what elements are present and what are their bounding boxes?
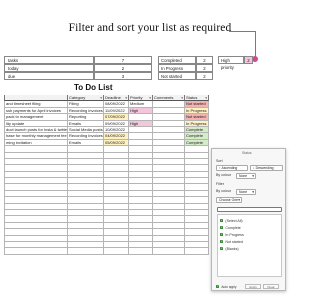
sort-ascending-button[interactable]: ↑ Ascending	[216, 165, 248, 171]
filter-dropdown-icon[interactable]: ▾	[181, 95, 183, 100]
filter-value-row[interactable]: ✓ Complete	[220, 225, 241, 230]
spreadsheet: tasks 7 today 2 due 3 Completed 2 In Pro…	[0, 52, 300, 291]
sort-colour-value: None	[239, 174, 248, 178]
checkbox-checked-icon[interactable]: ✓	[220, 232, 224, 237]
priority-cell[interactable]	[129, 248, 153, 255]
filter-value-label: (Select All)	[225, 218, 243, 223]
summary-row: tasks 7	[4, 56, 152, 64]
high-priority-box: High priority 2	[218, 56, 253, 70]
sort-label: Sort	[216, 159, 223, 163]
status-count-label[interactable]: In Progress	[158, 64, 196, 72]
header-category-label: Category	[69, 95, 86, 100]
filter-dropdown-icon[interactable]: ▾	[149, 95, 151, 100]
filter-value-label: (Blanks)	[225, 246, 239, 251]
sort-descending-button[interactable]: ↓ Descending	[250, 165, 283, 171]
filter-label: Filter	[216, 182, 224, 186]
todo-title: To Do List	[74, 83, 113, 92]
clear-button[interactable]: Clear	[263, 284, 279, 289]
summary-row: due 3	[4, 72, 152, 80]
apply-button[interactable]: Apply	[245, 284, 261, 289]
header-comments-label: Comments	[154, 95, 174, 100]
filter-value-row[interactable]: ✓ In Progress	[220, 232, 244, 237]
summary-value[interactable]: 7	[94, 56, 152, 64]
filter-values-list: ✓ (Select All) ✓ Complete ✓ In Progress ✓ No…	[217, 214, 282, 277]
filter-condition-select[interactable]: Choose One ▾	[216, 197, 242, 203]
status-count-value[interactable]: 2	[196, 72, 213, 80]
summary-value[interactable]: 3	[94, 72, 152, 80]
auto-apply-row[interactable]: ✓ Auto apply	[216, 284, 236, 289]
checkbox-checked-icon[interactable]: ✓	[220, 246, 224, 251]
status-count-label[interactable]: Not started	[158, 72, 196, 80]
filter-by-colour-label: By colour	[216, 189, 231, 193]
sort-ascending-label: Ascending	[221, 166, 238, 170]
panel-title: Status	[242, 151, 252, 155]
header-status-label: Status	[186, 95, 198, 100]
auto-apply-label: Auto apply	[221, 284, 237, 289]
empty-table-row	[4, 248, 209, 255]
summary-label[interactable]: tasks	[4, 56, 94, 64]
status-count-table: Completed 2 In Progress 2 Not started 2	[158, 56, 213, 80]
filter-colour-select[interactable]: None ▾	[236, 189, 256, 195]
filter-colour-value: None	[239, 190, 248, 194]
status-count-row: Completed 2	[158, 56, 213, 64]
filter-search-input[interactable]	[217, 207, 282, 212]
task-cell[interactable]	[4, 248, 68, 255]
callout-line	[229, 31, 256, 32]
filter-value-row[interactable]: ✓ (Blanks)	[220, 246, 239, 251]
summary-row: today 2	[4, 64, 152, 72]
chevron-down-icon: ▾	[238, 198, 240, 202]
filter-value-label: Not started	[225, 239, 243, 244]
filter-value-label: Complete	[225, 225, 241, 230]
header-deadline-label: Deadline	[105, 95, 121, 100]
status-count-row: Not started 2	[158, 72, 213, 80]
high-priority-value[interactable]: 2	[244, 56, 253, 64]
sort-by-colour-label: By colour	[216, 173, 231, 177]
checkbox-checked-icon[interactable]: ✓	[220, 239, 224, 244]
high-priority-label[interactable]: High priority	[218, 56, 244, 70]
filter-dropdown-icon[interactable]: ▾	[125, 95, 127, 100]
checkbox-checked-icon[interactable]: ✓	[220, 225, 224, 230]
filter-value-label: In Progress	[225, 232, 244, 237]
filter-value-row[interactable]: ✓ Not started	[220, 239, 243, 244]
summary-table: tasks 7 today 2 due 3	[4, 56, 152, 80]
header-priority-label: Priority	[130, 95, 143, 100]
summary-label[interactable]: today	[4, 64, 94, 72]
sort-colour-select[interactable]: None ▾	[236, 173, 256, 179]
status-count-row: In Progress 2	[158, 64, 213, 72]
chevron-down-icon: ▾	[252, 190, 254, 194]
category-cell[interactable]	[68, 248, 104, 255]
filter-condition-value: Choose One	[219, 198, 239, 202]
status-cell[interactable]	[185, 248, 209, 255]
status-count-value[interactable]: 2	[196, 56, 213, 64]
filter-dropdown-icon[interactable]: ▾	[100, 95, 102, 100]
deadline-cell[interactable]	[104, 248, 129, 255]
filter-sort-panel: Status Sort ↑ Ascending ↓ Descending By …	[211, 148, 286, 291]
summary-value[interactable]: 2	[94, 64, 152, 72]
filter-value-row[interactable]: ✓ (Select All)	[220, 218, 243, 223]
filter-dropdown-icon[interactable]: ▾	[205, 95, 207, 100]
comments-cell[interactable]	[153, 248, 185, 255]
todo-table: Category ▾ Deadline ▾ Priority ▾ Comments ▾ …	[4, 95, 209, 255]
summary-label[interactable]: due	[4, 72, 94, 80]
status-count-label[interactable]: Completed	[158, 56, 196, 64]
checkbox-checked-icon[interactable]: ✓	[220, 218, 224, 223]
sort-descending-label: Descending	[255, 166, 274, 170]
checkbox-checked-icon[interactable]: ✓	[216, 284, 220, 289]
chevron-down-icon: ▾	[252, 174, 254, 178]
status-count-value[interactable]: 2	[196, 64, 213, 72]
